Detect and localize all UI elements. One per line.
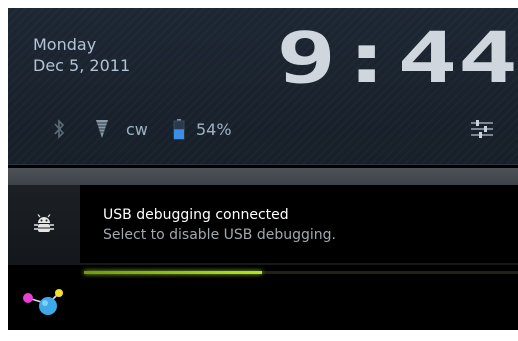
- android-bug-icon: [8, 185, 80, 263]
- status-header: Monday Dec 5, 2011 9:44 cw 54%: [8, 8, 518, 165]
- battery-icon: [173, 114, 185, 144]
- notification-subtitle: Select to disable USB debugging.: [103, 227, 336, 243]
- molecule-icon: [22, 287, 64, 325]
- settings-icon[interactable]: [470, 114, 494, 144]
- clock: 9:44: [276, 26, 518, 84]
- notification-usb-debugging[interactable]: USB debugging connected Select to disabl…: [8, 185, 518, 263]
- clock-text: 9:44: [276, 26, 518, 84]
- battery-percent: 54%: [196, 119, 232, 139]
- signal-icon: [95, 114, 109, 144]
- bluetooth-icon: [53, 114, 65, 144]
- notification-shade: Monday Dec 5, 2011 9:44 cw 54% USB debug…: [8, 8, 518, 330]
- carrier-label: cw: [126, 119, 148, 139]
- date-day: Monday: [33, 35, 97, 54]
- notification-title: USB debugging connected: [103, 207, 289, 223]
- status-row: cw 54%: [8, 114, 518, 144]
- date-text: Dec 5, 2011: [33, 56, 131, 75]
- shade-divider: [8, 168, 518, 185]
- progress-fill: [84, 271, 262, 274]
- progress-bar: [84, 271, 518, 274]
- notification-row-2[interactable]: [8, 265, 518, 323]
